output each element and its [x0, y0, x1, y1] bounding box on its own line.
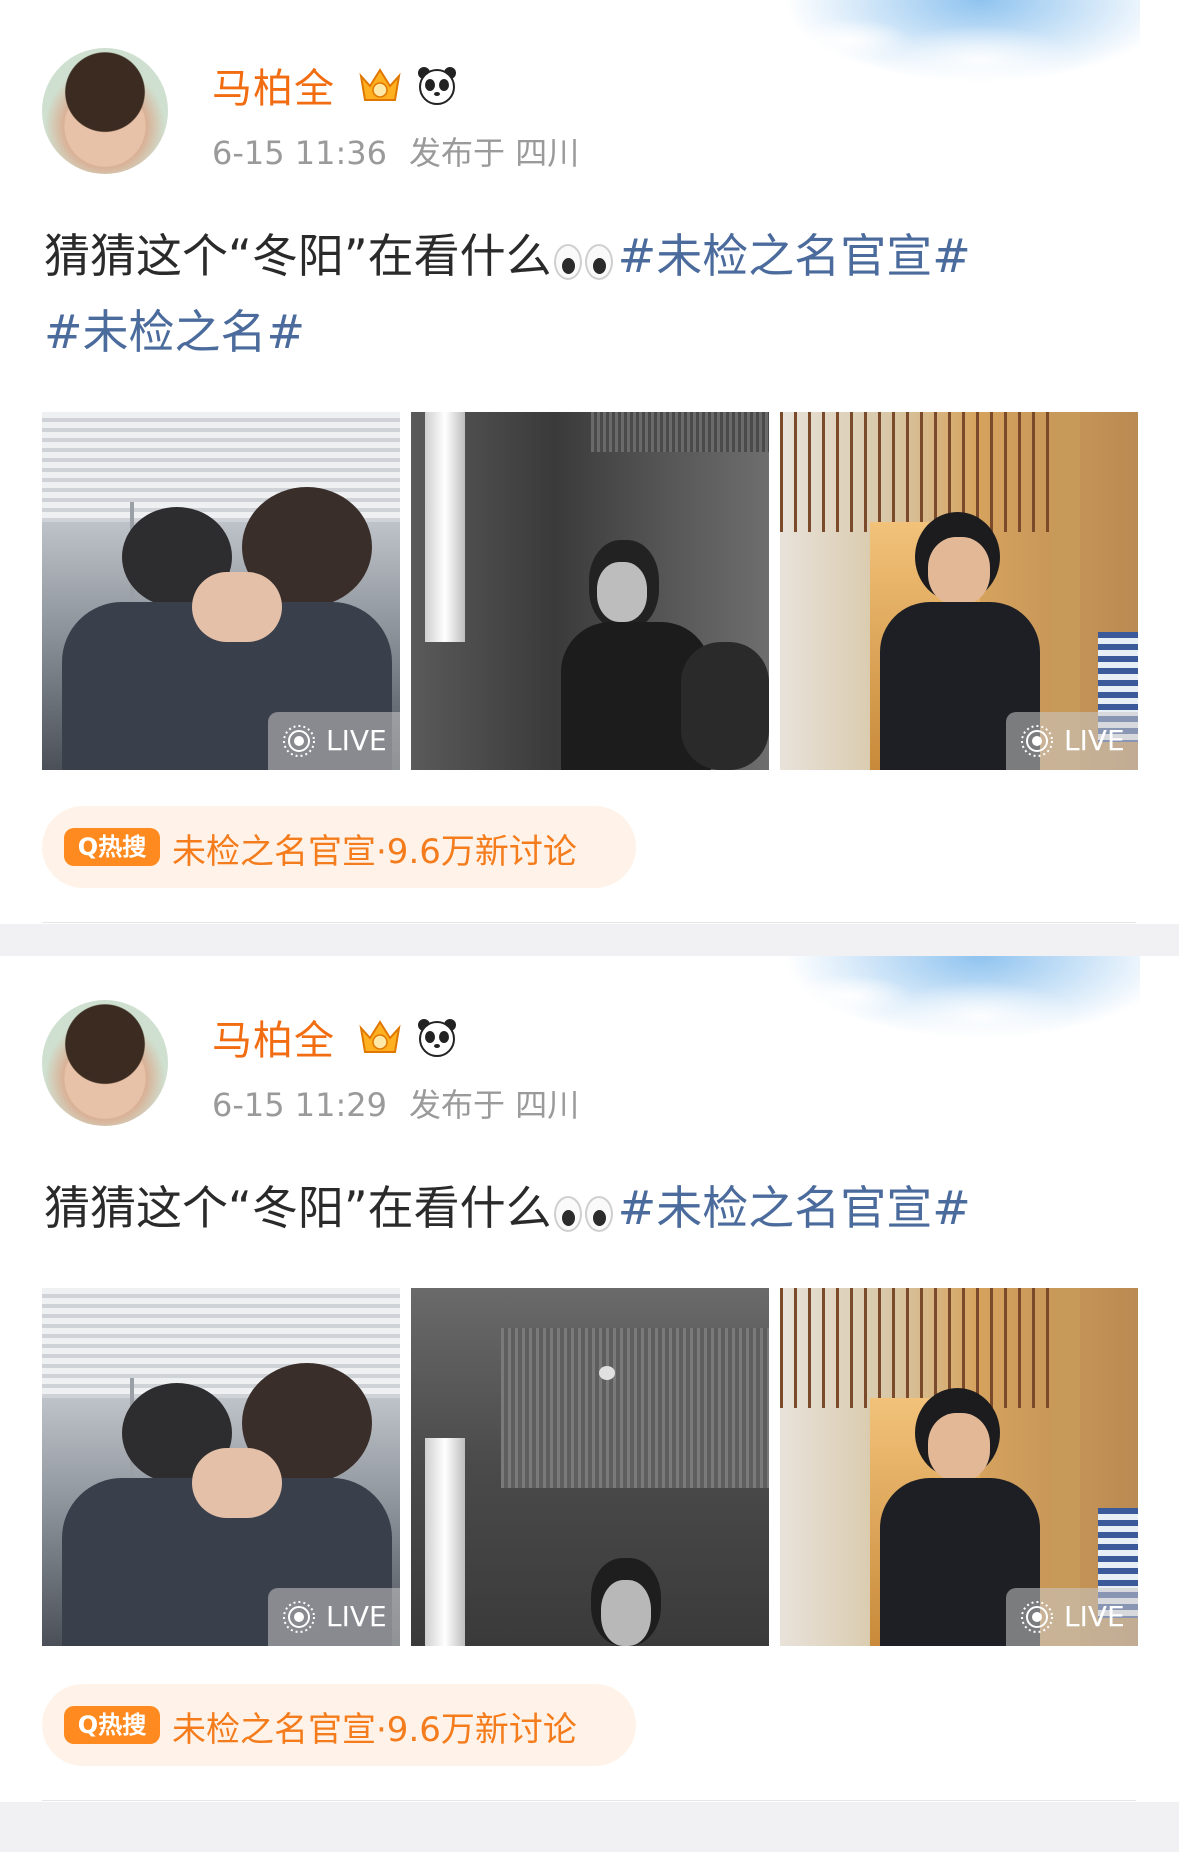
post-location: 发布于 四川	[409, 134, 580, 172]
hot-search-icon: Q热搜	[64, 1706, 160, 1744]
username[interactable]: 马柏全	[212, 56, 335, 114]
live-badge: LIVE	[268, 712, 400, 770]
post-location: 发布于 四川	[409, 1086, 580, 1124]
vip-crown-icon[interactable]	[355, 1014, 405, 1058]
eyes-emoji	[553, 1192, 616, 1232]
avatar[interactable]	[42, 48, 168, 174]
post-text: 猜猜这个“冬阳”在看什么 #未检之名官宣#	[44, 1170, 1144, 1246]
panda-icon	[418, 1019, 456, 1057]
live-photo-icon	[283, 725, 315, 757]
photo-thumbnail[interactable]	[411, 1288, 769, 1646]
live-badge: LIVE	[1006, 1588, 1138, 1646]
hot-search-label: 未检之名官宣·9.6万新讨论	[172, 832, 577, 872]
weibo-post[interactable]: 马柏全 6-15 11:29 发布于 四川 猜猜这个“冬阳”在看什么 #未检之名官宣…	[0, 956, 1179, 1802]
eyes-emoji	[553, 240, 616, 280]
header-sky-decoration	[720, 0, 1140, 150]
photo-thumbnail[interactable]: LIVE	[780, 412, 1138, 770]
divider	[42, 922, 1136, 923]
post-time: 6-15 11:36	[212, 134, 388, 172]
live-badge: LIVE	[268, 1588, 400, 1646]
header-sky-decoration	[720, 956, 1140, 1106]
divider	[42, 1800, 1136, 1801]
hot-search-label: 未检之名官宣·9.6万新讨论	[172, 1710, 577, 1750]
vip-crown-icon[interactable]	[355, 62, 405, 106]
live-badge: LIVE	[1006, 712, 1138, 770]
photo-thumbnail[interactable]: LIVE	[42, 412, 400, 770]
username[interactable]: 马柏全	[212, 1008, 335, 1066]
photo-thumbnail[interactable]: LIVE	[780, 1288, 1138, 1646]
avatar[interactable]	[42, 1000, 168, 1126]
post-meta: 6-15 11:29 发布于 四川	[212, 1080, 579, 1126]
live-photo-icon	[1021, 725, 1053, 757]
hot-search-pill[interactable]: Q热搜 未检之名官宣·9.6万新讨论	[42, 806, 636, 888]
photo-thumbnail[interactable]	[411, 412, 769, 770]
post-time: 6-15 11:29	[212, 1086, 388, 1124]
hot-search-pill[interactable]: Q热搜 未检之名官宣·9.6万新讨论	[42, 1684, 636, 1766]
topic-link[interactable]: #未检之名官宣#	[618, 229, 971, 283]
topic-link[interactable]: #未检之名#	[44, 305, 305, 359]
post-text-plain: 猜猜这个“冬阳”在看什么	[44, 229, 552, 283]
post-text-plain: 猜猜这个“冬阳”在看什么	[44, 1181, 552, 1235]
live-photo-icon	[1021, 1601, 1053, 1633]
post-text: 猜猜这个“冬阳”在看什么 #未检之名官宣# #未检之名#	[44, 218, 1144, 370]
post-meta: 6-15 11:36 发布于 四川	[212, 128, 579, 174]
live-photo-icon	[283, 1601, 315, 1633]
panda-icon	[418, 67, 456, 105]
weibo-post[interactable]: 马柏全 6-15 11:36 发布于 四川 猜猜这个“冬阳”在看什么 #未检之名官宣…	[0, 0, 1179, 924]
hot-search-icon: Q热搜	[64, 828, 160, 866]
topic-link[interactable]: #未检之名官宣#	[618, 1181, 971, 1235]
photo-thumbnail[interactable]: LIVE	[42, 1288, 400, 1646]
